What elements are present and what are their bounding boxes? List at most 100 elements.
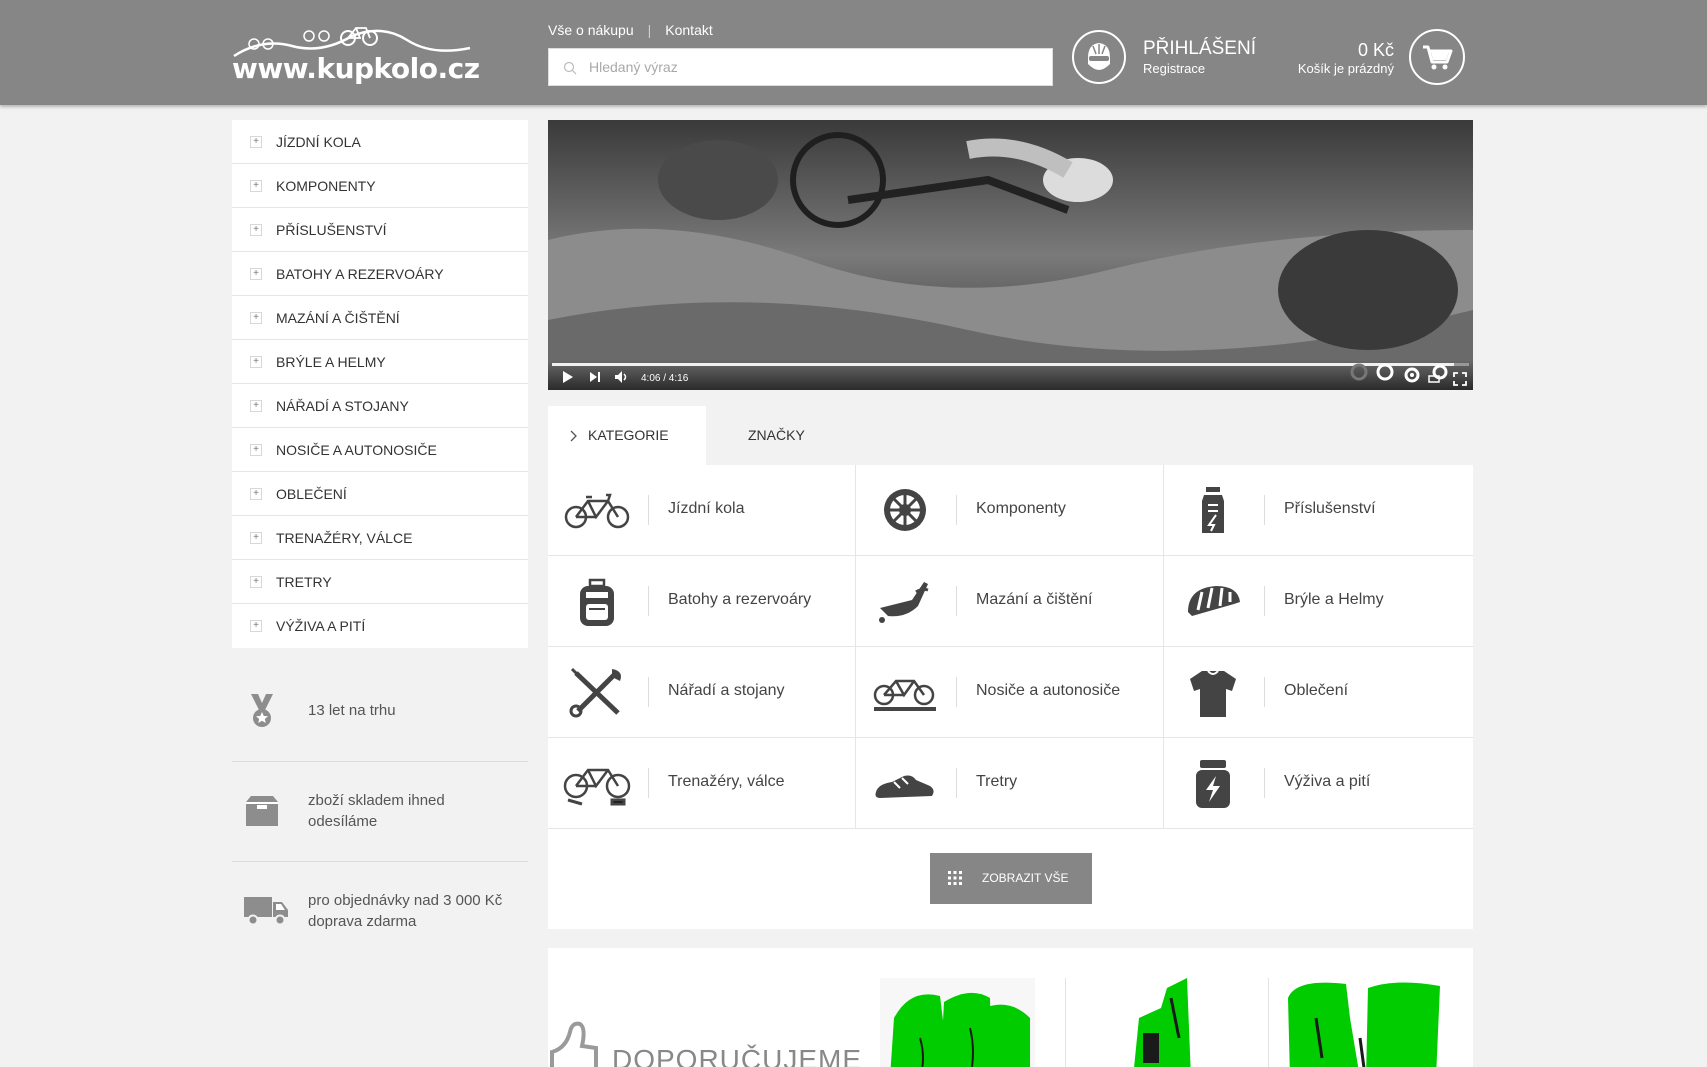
- expand-plus-icon[interactable]: +: [250, 180, 262, 192]
- category-label: Výživa a pití: [1284, 773, 1371, 790]
- expand-plus-icon[interactable]: +: [250, 620, 262, 632]
- truck-icon: [244, 897, 288, 926]
- subtitles-icon[interactable]: [1375, 362, 1395, 382]
- expand-plus-icon[interactable]: +: [250, 444, 262, 456]
- category-tile[interactable]: Výživa a pití: [1164, 738, 1473, 829]
- sidebar-menu-label: OBLEČENÍ: [276, 486, 347, 502]
- category-tile[interactable]: Mazání a čištění: [856, 556, 1164, 647]
- category-tile[interactable]: Jízdní kola: [548, 465, 856, 556]
- sidebar-menu-item[interactable]: + NÁŘADÍ A STOJANY: [232, 384, 528, 428]
- product-bottle-image: [1083, 978, 1238, 1067]
- product-image[interactable]: [1286, 978, 1441, 1067]
- link-vse-o-nakupu[interactable]: Vše o nákupu: [548, 22, 634, 38]
- category-divider: [648, 677, 649, 707]
- sidebar-menu-label: BRÝLE A HELMY: [276, 354, 386, 370]
- expand-plus-icon[interactable]: +: [250, 224, 262, 236]
- tab-kategorie[interactable]: KATEGORIE: [548, 406, 706, 465]
- usp-line: doprava zdarma: [308, 913, 417, 930]
- category-tile[interactable]: Tretry: [856, 738, 1164, 829]
- trainer-icon: [563, 768, 631, 806]
- video-progress-bar[interactable]: [552, 363, 1469, 366]
- register-link[interactable]: Registrace: [1143, 61, 1205, 76]
- cart-price[interactable]: 0 Kč: [1358, 40, 1394, 61]
- category-tile[interactable]: Brýle a Helmy: [1164, 556, 1473, 647]
- category-divider: [1264, 677, 1265, 707]
- category-divider: [956, 586, 957, 616]
- usp-text: zboží skladem ihned odesíláme: [308, 790, 445, 832]
- sidebar-menu-label: BATOHY A REZERVOÁRY: [276, 266, 444, 282]
- tab-label: ZNAČKY: [748, 427, 805, 443]
- show-all-button[interactable]: ZOBRAZIT VŠE: [930, 853, 1092, 904]
- category-divider: [1264, 495, 1265, 525]
- sidebar-menu-item[interactable]: + VÝŽIVA A PITÍ: [232, 604, 528, 648]
- category-tile[interactable]: Nosiče a autonosiče: [856, 647, 1164, 738]
- category-label: Mazání a čištění: [976, 591, 1093, 608]
- product-tires-image: [880, 978, 1035, 1067]
- usp-item: zboží skladem ihned odesíláme: [232, 762, 528, 862]
- sidebar-menu-item[interactable]: + BRÝLE A HELMY: [232, 340, 528, 384]
- category-label: Příslušenství: [1284, 500, 1376, 517]
- sidebar-menu-item[interactable]: + OBLEČENÍ: [232, 472, 528, 516]
- next-icon[interactable]: [588, 370, 602, 384]
- category-divider: [648, 586, 649, 616]
- login-link[interactable]: PŘIHLÁŠENÍ: [1143, 38, 1256, 60]
- expand-plus-icon[interactable]: +: [250, 488, 262, 500]
- product-image[interactable]: [1083, 978, 1238, 1067]
- cart-icon: [1423, 45, 1453, 70]
- video-time: 4:06 / 4:16: [641, 373, 689, 384]
- category-tile[interactable]: Oblečení: [1164, 647, 1473, 738]
- expand-plus-icon[interactable]: +: [250, 400, 262, 412]
- product-image[interactable]: [880, 978, 1035, 1067]
- sidebar-menu-item[interactable]: + TRENAŽÉRY, VÁLCE: [232, 516, 528, 560]
- nutrition-icon: [1196, 760, 1230, 808]
- sidebar-menu-item[interactable]: + NOSIČE A AUTONOSIČE: [232, 428, 528, 472]
- sidebar-menu-item[interactable]: + MAZÁNÍ A ČIŠTĚNÍ: [232, 296, 528, 340]
- site-header: www.kupkolo.cz Vše o nákupu | Kontakt PŘIH…: [0, 0, 1707, 105]
- category-divider: [1264, 586, 1265, 616]
- video-player[interactable]: 4:06 / 4:16: [548, 120, 1473, 390]
- category-tile[interactable]: Trenažéry, válce: [548, 738, 856, 829]
- expand-plus-icon[interactable]: +: [250, 356, 262, 368]
- expand-plus-icon[interactable]: +: [250, 576, 262, 588]
- volume-icon[interactable]: [614, 369, 630, 385]
- search-icon[interactable]: [563, 61, 577, 75]
- sidebar-menu-label: TRETRY: [276, 574, 332, 590]
- fullscreen-icon[interactable]: [1453, 372, 1467, 386]
- category-tile[interactable]: Batohy a rezervoáry: [548, 556, 856, 647]
- category-tile[interactable]: Příslušenství: [1164, 465, 1473, 556]
- expand-plus-icon[interactable]: +: [250, 136, 262, 148]
- video-frame-image: [548, 120, 1473, 390]
- miniplayer-icon[interactable]: [1427, 363, 1449, 385]
- search-input[interactable]: [589, 49, 1039, 85]
- cart-status[interactable]: Košík je prázdný: [1298, 61, 1394, 76]
- usp-item: pro objednávky nad 3 000 Kč doprava zdar…: [232, 862, 528, 962]
- video-progress-fill: [552, 363, 1455, 366]
- settings-gear-icon[interactable]: [1401, 364, 1423, 386]
- expand-plus-icon[interactable]: +: [250, 312, 262, 324]
- site-logo[interactable]: www.kupkolo.cz: [232, 18, 480, 88]
- play-icon[interactable]: [560, 370, 574, 384]
- recommended-section: DOPORUČUJEME: [548, 948, 1473, 1067]
- autoplay-icon[interactable]: [1349, 362, 1369, 382]
- backpack-icon: [580, 578, 614, 626]
- sidebar-menu-item[interactable]: + TRETRY: [232, 560, 528, 604]
- usp-item: 13 let na trhu: [232, 664, 528, 762]
- login-button[interactable]: [1072, 30, 1126, 84]
- expand-plus-icon[interactable]: +: [250, 532, 262, 544]
- sidebar-menu-item[interactable]: + BATOHY A REZERVOÁRY: [232, 252, 528, 296]
- category-tile[interactable]: Nářadí a stojany: [548, 647, 856, 738]
- sidebar-menu-item[interactable]: + PŘÍSLUŠENSTVÍ: [232, 208, 528, 252]
- sidebar-menu-item[interactable]: + KOMPONENTY: [232, 164, 528, 208]
- category-divider: [956, 495, 957, 525]
- category-label: Brýle a Helmy: [1284, 591, 1384, 608]
- product-divider: [1065, 978, 1066, 1067]
- link-kontakt[interactable]: Kontakt: [665, 22, 712, 38]
- category-tile[interactable]: Komponenty: [856, 465, 1164, 556]
- link-separator: |: [647, 22, 652, 38]
- category-label: Komponenty: [976, 500, 1066, 517]
- cart-button[interactable]: [1409, 29, 1465, 85]
- sidebar-menu-item[interactable]: + JÍZDNÍ KOLA: [232, 120, 528, 164]
- category-label: Trenažéry, válce: [668, 773, 785, 790]
- expand-plus-icon[interactable]: +: [250, 268, 262, 280]
- tab-znacky[interactable]: ZNAČKY: [706, 406, 856, 465]
